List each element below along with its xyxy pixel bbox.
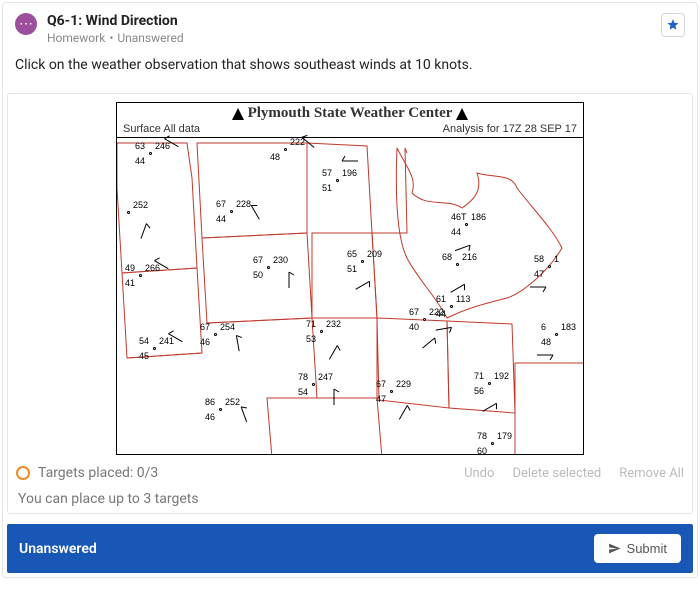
- station-pressure: 192: [494, 372, 509, 381]
- station-temp: 71: [306, 320, 316, 329]
- flag-icon-right: [456, 108, 468, 120]
- station-temp: 49: [125, 264, 135, 273]
- submit-label: Submit: [627, 541, 667, 556]
- station-pressure: 229: [396, 380, 411, 389]
- station-dewpoint: 45: [139, 352, 149, 361]
- station-dewpoint: 50: [253, 271, 263, 280]
- station-pressure: 186: [471, 213, 486, 222]
- question-prompt: Click on the weather observation that sh…: [3, 51, 697, 85]
- map-body: 6324644222482526722844571965167230506520…: [117, 137, 583, 454]
- meta-status: Unanswered: [117, 31, 183, 45]
- question-meta: Homework • Unanswered: [47, 31, 661, 45]
- station-pressure: 183: [561, 323, 576, 332]
- station-temp: 63: [135, 142, 145, 151]
- undo-button[interactable]: Undo: [464, 466, 494, 481]
- question-header: ⋯ Q6-1: Wind Direction Homework • Unanswer…: [3, 3, 697, 51]
- flag-icon-left: [232, 108, 244, 120]
- wind-barb-icon: [269, 268, 309, 308]
- station-temp: 86: [205, 398, 215, 407]
- meta-category: Homework: [47, 31, 105, 45]
- send-icon: [608, 542, 621, 555]
- station-pressure: 252: [133, 201, 148, 210]
- station-pressure: 230: [273, 256, 288, 265]
- map-sub-right: Analysis for 17Z 28 SEP 17: [443, 123, 577, 135]
- station-temp: 78: [477, 432, 487, 441]
- bookmark-button[interactable]: [661, 13, 685, 37]
- remove-all-button[interactable]: Remove All: [619, 466, 684, 481]
- station-dewpoint: 51: [322, 184, 332, 193]
- station-temp: 67: [376, 380, 386, 389]
- station-temp: 46T: [451, 213, 467, 222]
- station-temp: 61: [436, 295, 446, 304]
- wind-barb-icon: [216, 328, 262, 374]
- station-temp: 67: [216, 200, 226, 209]
- submit-button[interactable]: Submit: [594, 534, 681, 563]
- map-title: Plymouth State Weather Center: [248, 105, 453, 122]
- station-pressure: 113: [456, 295, 470, 304]
- wind-barb-icon: [338, 141, 378, 181]
- avatar: ⋯: [15, 13, 37, 35]
- station-temp: 65: [347, 250, 357, 259]
- station-temp: 6: [541, 323, 546, 332]
- station-dewpoint: 54: [298, 388, 308, 397]
- wind-barb-icon: [314, 385, 354, 425]
- interaction-area: Plymouth State Weather Center Surface Al…: [7, 93, 693, 514]
- map-container: Plymouth State Weather Center Surface Al…: [16, 102, 684, 455]
- station-temp: 57: [322, 169, 332, 178]
- target-icon: [16, 466, 30, 480]
- station-dewpoint: 44: [216, 215, 226, 224]
- meta-dot: •: [109, 31, 113, 45]
- target-bar: Targets placed: 0/3 Undo Delete selected…: [16, 465, 684, 481]
- station-dewpoint: 46: [205, 413, 215, 422]
- station-temp: 78: [298, 373, 308, 382]
- footer-bar: Unanswered Submit: [7, 524, 693, 573]
- map-title-row: Plymouth State Weather Center: [117, 103, 583, 123]
- title-block: Q6-1: Wind Direction Homework • Unanswered: [47, 13, 661, 45]
- station-pressure: 179: [497, 432, 512, 441]
- wind-barb-icon: [413, 307, 459, 353]
- target-hint: You can place up to 3 targets: [16, 491, 684, 507]
- station-pressure: 247: [318, 373, 333, 382]
- delete-selected-button[interactable]: Delete selected: [512, 466, 601, 481]
- bookmark-icon: [666, 18, 680, 32]
- footer-status: Unanswered: [19, 541, 97, 557]
- weather-map[interactable]: Plymouth State Weather Center Surface Al…: [116, 102, 584, 455]
- station-pressure: 209: [367, 250, 382, 259]
- station-temp: 54: [139, 337, 149, 346]
- station-pressure: 254: [220, 323, 235, 332]
- station-dewpoint: 48: [270, 153, 280, 162]
- question-title: Q6-1: Wind Direction: [47, 13, 661, 29]
- station-pressure: 1: [554, 255, 559, 264]
- station-dewpoint: 44: [135, 157, 145, 166]
- station-temp: 71: [474, 372, 484, 381]
- target-status: Targets placed: 0/3: [16, 465, 158, 481]
- target-actions: Undo Delete selected Remove All: [464, 466, 684, 481]
- question-card: ⋯ Q6-1: Wind Direction Homework • Unanswer…: [2, 2, 698, 578]
- station-dewpoint: 41: [125, 279, 135, 288]
- wind-barb-icon: [517, 335, 557, 375]
- target-count: Targets placed: 0/3: [38, 465, 158, 481]
- station-temp: 58: [534, 255, 544, 264]
- wind-barb-icon: [510, 267, 550, 307]
- station-temp: 67: [253, 256, 263, 265]
- station-pressure: 232: [326, 320, 341, 329]
- avatar-glyph: ⋯: [19, 16, 33, 32]
